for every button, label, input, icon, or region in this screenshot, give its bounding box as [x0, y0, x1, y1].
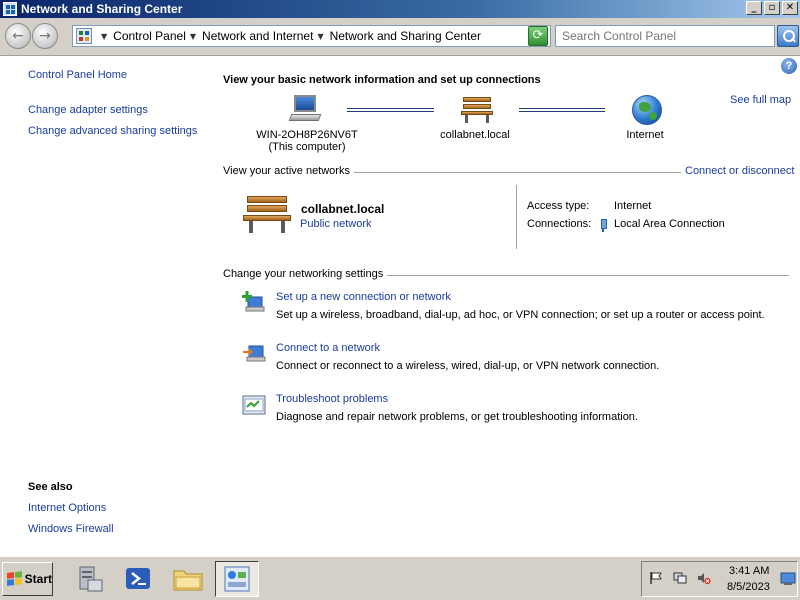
network-center-icon	[224, 566, 250, 592]
server-manager-taskbar-button[interactable]	[67, 561, 111, 597]
forward-button[interactable]: →	[32, 23, 58, 49]
network-tray-icon[interactable]	[673, 571, 687, 585]
network-adapter-icon	[599, 219, 607, 232]
window-title: Network and Sharing Center	[21, 2, 183, 16]
new-connection-icon	[242, 291, 265, 312]
breadcrumb-control-panel[interactable]: Control Panel	[113, 29, 186, 43]
minimize-button[interactable]: _	[746, 1, 762, 15]
refresh-button[interactable]: ⟳	[528, 26, 548, 46]
change-advanced-sharing-settings-link[interactable]: Change advanced sharing settings	[28, 125, 197, 137]
troubleshoot-problems-link[interactable]: Troubleshoot problems	[276, 393, 388, 405]
active-network-name: collabnet.local	[301, 202, 385, 216]
breadcrumb-network-and-internet[interactable]: Network and Internet	[202, 29, 313, 43]
local-area-connection-link[interactable]: Local Area Connection	[614, 218, 725, 230]
maximize-button[interactable]: ▫	[764, 1, 780, 15]
see-full-map-link[interactable]: See full map	[730, 94, 791, 106]
clock-time[interactable]: 3:41 AM	[729, 565, 769, 577]
connections-label: Connections:	[527, 218, 592, 230]
network-location-type-link[interactable]: Public network	[300, 218, 372, 230]
chevron-down-icon[interactable]: ▼	[317, 32, 323, 41]
connect-to-network-icon	[243, 345, 266, 362]
bench-network-icon[interactable]	[243, 196, 291, 234]
volume-muted-icon[interactable]	[697, 571, 711, 585]
explorer-taskbar-button[interactable]	[166, 561, 210, 597]
computer-name: WIN-2OH8P26NV6T	[256, 129, 358, 141]
map-connection-line	[519, 108, 605, 112]
control-panel-home-link[interactable]: Control Panel Home	[28, 69, 127, 81]
network-center-taskbar-button[interactable]	[215, 561, 259, 597]
setup-new-connection-desc: Set up a wireless, broadband, dial-up, a…	[276, 309, 765, 321]
access-type-label: Access type:	[527, 200, 590, 212]
notification-area	[641, 561, 798, 597]
breadcrumb[interactable]: ▼ Control Panel ▼ Network and Internet ▼…	[72, 25, 551, 47]
powershell-taskbar-button[interactable]	[116, 561, 160, 597]
map-internet-label: Internet	[626, 129, 664, 141]
network-center-icon	[3, 2, 17, 16]
show-desktop-icon[interactable]	[780, 572, 796, 586]
troubleshoot-icon	[242, 395, 266, 415]
help-icon[interactable]: ?	[781, 58, 797, 74]
connect-to-network-link[interactable]: Connect to a network	[276, 342, 380, 354]
close-button[interactable]: ✕	[782, 1, 798, 15]
map-network-label: collabnet.local	[440, 129, 510, 141]
windows-firewall-link[interactable]: Windows Firewall	[28, 523, 114, 535]
address-toolbar: ← → ▼ Control Panel ▼ Network and Intern…	[0, 18, 800, 56]
chevron-down-icon[interactable]: ▼	[190, 32, 196, 41]
connect-or-disconnect-link[interactable]: Connect or disconnect	[681, 165, 795, 177]
breadcrumb-network-and-sharing-center[interactable]: Network and Sharing Center	[330, 29, 481, 43]
access-type-value: Internet	[614, 200, 652, 212]
chevron-down-icon[interactable]: ▼	[101, 32, 107, 41]
search-icon[interactable]	[777, 25, 799, 47]
active-networks-label: View your active networks	[223, 165, 354, 177]
internet-options-link[interactable]: Internet Options	[28, 502, 106, 514]
folder-icon	[173, 570, 203, 591]
powershell-icon	[126, 568, 150, 589]
bench-network-icon	[461, 97, 493, 123]
computer-sub: (This computer)	[268, 141, 346, 153]
windows-logo-icon	[7, 571, 23, 587]
back-button[interactable]: ←	[5, 23, 31, 49]
clock-date[interactable]: 8/5/2023	[727, 581, 770, 593]
computer-icon	[288, 95, 322, 123]
start-label: Start	[24, 572, 52, 586]
setup-new-connection-link[interactable]: Set up a new connection or network	[276, 291, 451, 303]
control-panel-icon	[76, 28, 92, 44]
globe-icon	[632, 95, 662, 125]
troubleshoot-problems-desc: Diagnose and repair network problems, or…	[276, 411, 638, 423]
search-input[interactable]	[556, 26, 774, 46]
page-title: View your basic network information and …	[223, 74, 541, 86]
start-button[interactable]: Start	[2, 562, 53, 596]
map-computer-label: WIN-2OH8P26NV6T (This computer)	[252, 129, 362, 153]
map-connection-line	[347, 108, 434, 112]
divider	[516, 185, 517, 249]
networking-settings-label: Change your networking settings	[223, 268, 388, 280]
connect-to-network-desc: Connect or reconnect to a wireless, wire…	[276, 360, 660, 372]
server-manager-icon	[79, 566, 103, 592]
search-field[interactable]	[555, 25, 775, 47]
window-controls: _ ▫ ✕	[746, 1, 798, 15]
title-bar: Network and Sharing Center _ ▫ ✕	[0, 0, 800, 18]
action-center-flag-icon[interactable]	[649, 571, 663, 585]
see-also-heading: See also	[28, 481, 73, 493]
change-adapter-settings-link[interactable]: Change adapter settings	[28, 104, 148, 116]
